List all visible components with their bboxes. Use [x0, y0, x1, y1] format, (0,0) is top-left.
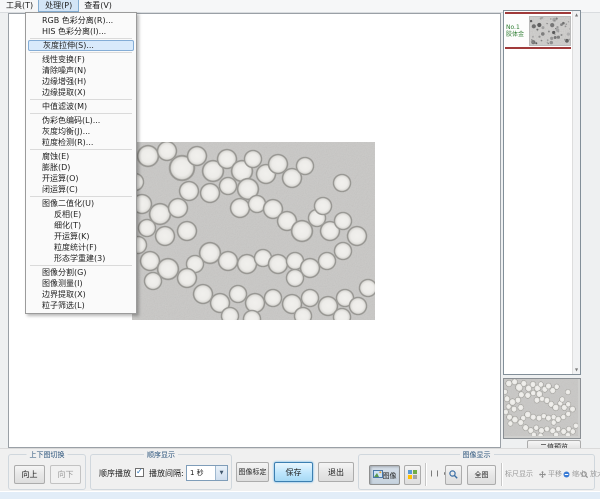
application-window: { "menubar": { "items": [ {"label": "工具(…: [0, 0, 600, 499]
menubar-item[interactable]: 工具(T): [0, 0, 39, 11]
scroll-up-icon[interactable]: ▲: [573, 12, 580, 18]
list-item-label: No.1 胶体金: [505, 24, 529, 38]
menu-item[interactable]: 中值滤波(M): [26, 101, 136, 112]
menu-item[interactable]: 灰度拉伸(S)...: [28, 40, 134, 51]
menu-item[interactable]: 图像测量(I): [26, 278, 136, 289]
display-group: 图像显示 图像 ❙❙ ▸ 全图 标尺显示平移缩小放大: [358, 454, 595, 490]
list-item-selected[interactable]: No.1 胶体金: [505, 12, 571, 49]
menu-item[interactable]: 粒度检测(R)...: [26, 137, 136, 148]
picture-icon: [373, 470, 383, 478]
menu-item[interactable]: 开运算(O): [26, 173, 136, 184]
zoom-out-icon: [563, 471, 570, 478]
nav-group: 上下图切换 向上 向下: [8, 454, 86, 490]
ruler-display-label[interactable]: 标尺显示: [505, 469, 533, 479]
loop-play-label: 顺序播放: [99, 468, 131, 479]
menu-item[interactable]: 闭运算(C): [26, 184, 136, 195]
menu-separator: [30, 99, 132, 100]
menu-item[interactable]: 伪彩色编码(L)...: [26, 115, 136, 126]
menu-separator: [30, 265, 132, 266]
next-image-button[interactable]: 向下: [50, 465, 81, 484]
grid-view-button[interactable]: [404, 465, 421, 485]
chevron-down-icon[interactable]: ▼: [215, 466, 227, 480]
menu-item[interactable]: RGB 色彩分离(R)...: [26, 15, 136, 26]
menu-separator: [30, 149, 132, 150]
menu-item[interactable]: 边缘提取(X): [26, 87, 136, 98]
specimen-photo: [132, 142, 375, 320]
image-mode-label: 图像: [383, 472, 397, 480]
toolbar-separator: [501, 463, 503, 486]
loop-play-checkbox[interactable]: ✓: [135, 468, 144, 477]
menu-separator: [30, 52, 132, 53]
preview-thumbnail: [504, 379, 578, 436]
list-item-line2: 胶体金: [506, 31, 529, 38]
menu-item[interactable]: 图像二值化(U): [26, 198, 136, 209]
fit-view-button[interactable]: 全图: [467, 465, 496, 485]
prev-image-button[interactable]: 向上: [14, 465, 45, 484]
toolbar-separator: [425, 463, 427, 486]
playback-group-label: 顺序显示: [144, 450, 178, 460]
pan-label[interactable]: 平移: [539, 469, 562, 479]
list-scrollbar[interactable]: ▲ ▼: [572, 11, 580, 374]
list-item-thumbnail: [529, 16, 571, 46]
window-bottom-edge: [0, 491, 600, 499]
list-item-line1: No.1: [506, 24, 529, 31]
menu-separator: [30, 113, 132, 114]
menu-item[interactable]: 膨胀(D): [26, 162, 136, 173]
scroll-down-icon[interactable]: ▼: [573, 367, 580, 373]
interval-value: 1 秒: [190, 468, 204, 478]
menu-separator: [30, 196, 132, 197]
image-mode-button[interactable]: 图像: [369, 465, 400, 485]
menu-item[interactable]: 粒子筛选(L): [26, 300, 136, 311]
process-menu-dropdown: RGB 色彩分离(R)...HIS 色彩分离(I)... 灰度拉伸(S)... 线性…: [25, 12, 137, 314]
menu-item[interactable]: 粒度统计(F): [26, 242, 136, 253]
menu-item[interactable]: 边缘增强(H): [26, 76, 136, 87]
menu-item[interactable]: 清除噪声(N): [26, 65, 136, 76]
image-list[interactable]: No.1 胶体金 ▲ ▼: [503, 10, 581, 375]
interval-select[interactable]: 1 秒 ▼: [186, 465, 228, 481]
image-preview-panel: [503, 378, 581, 439]
menu-item[interactable]: 腐蚀(E): [26, 151, 136, 162]
menu-item[interactable]: HIS 色彩分离(I)...: [26, 26, 136, 37]
grid-icon: [408, 470, 417, 479]
menu-item[interactable]: 细化(T): [26, 220, 136, 231]
calibrate-button[interactable]: 图像标定: [236, 462, 269, 482]
menu-item[interactable]: 线性变换(F): [26, 54, 136, 65]
playback-group: 顺序显示 顺序播放 ✓ 播放间隔: 1 秒 ▼: [90, 454, 232, 490]
menu-item[interactable]: 边界提取(X): [26, 289, 136, 300]
pan-icon: [539, 471, 546, 478]
bottom-toolbar: 上下图切换 向上 向下 顺序显示 顺序播放 ✓ 播放间隔: 1 秒 ▼ 图像标定…: [0, 448, 600, 492]
exit-button[interactable]: 退出: [318, 462, 354, 482]
menu-item[interactable]: 反相(E): [26, 209, 136, 220]
menu-item[interactable]: 形态学重建(3): [26, 253, 136, 264]
zoom-in-label[interactable]: 放大: [581, 469, 600, 479]
nav-group-label: 上下图切换: [27, 450, 68, 460]
menu-item[interactable]: 开运算(K): [26, 231, 136, 242]
menubar-item[interactable]: 查看(V): [78, 0, 118, 11]
menu-separator: [30, 38, 132, 39]
check-icon: ✓: [136, 467, 143, 476]
interval-label: 播放间隔:: [149, 468, 184, 479]
magnifier-button[interactable]: [445, 465, 462, 485]
zoom-in-icon: [581, 471, 588, 478]
display-group-label: 图像显示: [460, 450, 494, 460]
magnifier-icon: [449, 470, 458, 479]
menu-item[interactable]: 图像分割(G): [26, 267, 136, 278]
menubar-item[interactable]: 处理(P): [39, 0, 78, 11]
menu-item[interactable]: 灰度均衡(J)...: [26, 126, 136, 137]
save-button[interactable]: 保存: [274, 462, 313, 482]
